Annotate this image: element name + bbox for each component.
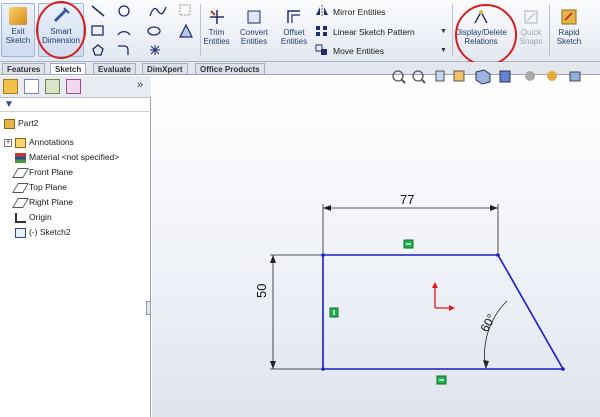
spline-tool-icon[interactable] <box>149 6 167 17</box>
sketch-icon <box>15 227 26 238</box>
horizontal-relation-icon[interactable] <box>403 239 414 249</box>
exit-sketch-icon <box>9 7 27 25</box>
linear-pattern-icon <box>316 26 327 36</box>
tree-item-label: Top Plane <box>29 182 67 192</box>
separator <box>452 4 453 56</box>
panel-splitter-handle[interactable] <box>146 301 151 315</box>
tree-root-part[interactable]: Part2 <box>4 117 38 129</box>
dimxpert-manager-icon[interactable] <box>66 79 81 94</box>
tree-item-origin[interactable]: Origin <box>15 211 52 223</box>
rectangle-tool-icon[interactable] <box>91 25 104 36</box>
grid-tool-icon[interactable] <box>179 4 191 16</box>
convert-entities-button[interactable]: Convert Entities <box>235 8 273 46</box>
tree-item-sketch2[interactable]: (-) Sketch2 <box>15 226 71 238</box>
trim-entities-label: Trim Entities <box>203 28 230 46</box>
tree-item-label: Annotations <box>29 137 74 147</box>
quick-snaps-button[interactable]: Quick Snaps <box>515 8 547 46</box>
text-tool-icon[interactable] <box>179 23 193 38</box>
command-manager: Exit Sketch Smart Dimension Trim Entitie… <box>0 0 600 66</box>
tab-dimxpert[interactable]: DimXpert <box>142 63 188 74</box>
sketch-profile[interactable] <box>321 253 565 371</box>
arc-tool-icon[interactable] <box>117 31 131 36</box>
rapid-sketch-label: Rapid Sketch <box>556 28 582 46</box>
linear-pattern-dropdown-icon[interactable]: ▼ <box>440 28 447 35</box>
rapid-sketch-icon <box>560 8 578 26</box>
tab-sketch[interactable]: Sketch <box>50 63 87 74</box>
feature-manager-panel: » ▼ Part2 + Annotations Material <not spe… <box>0 76 151 417</box>
vertical-relation-icon[interactable] <box>329 307 339 318</box>
graphics-area[interactable]: 77 50 60° <box>152 69 600 417</box>
horizontal-relation-icon[interactable] <box>436 375 447 385</box>
tree-item-annotations[interactable]: + Annotations <box>4 136 74 148</box>
sketch-tools-grid <box>91 4 193 56</box>
tree-filter[interactable]: ▼ <box>0 98 151 112</box>
mirror-icon <box>316 5 328 17</box>
ellipse-tool-icon[interactable] <box>147 26 161 36</box>
exit-sketch-label: Exit Sketch <box>5 27 31 45</box>
separator <box>549 4 550 56</box>
offset-icon <box>285 8 303 26</box>
rapid-sketch-button[interactable]: Rapid Sketch <box>552 8 586 46</box>
panel-tab-strip: » <box>0 76 151 98</box>
mirror-entities-label: Mirror Entities <box>333 7 386 17</box>
tree-item-front-plane[interactable]: Front Plane <box>12 166 73 178</box>
feature-manager-icon[interactable] <box>3 79 18 94</box>
plane-icon <box>12 182 29 193</box>
tab-features[interactable]: Features <box>2 63 46 74</box>
configuration-manager-icon[interactable] <box>45 79 60 94</box>
move-entities-label: Move Entities <box>333 46 385 56</box>
offset-entities-button[interactable]: Offset Entities <box>276 8 312 46</box>
sketch-canvas <box>270 204 565 385</box>
tree-item-right-plane[interactable]: Right Plane <box>12 196 73 208</box>
circle-tool-icon[interactable] <box>118 5 130 17</box>
tree-item-material[interactable]: Material <not specified> <box>15 151 119 163</box>
plane-icon <box>12 197 29 208</box>
linear-sketch-pattern-label: Linear Sketch Pattern <box>333 27 415 37</box>
tab-evaluate[interactable]: Evaluate <box>93 63 136 74</box>
expand-toggle-icon[interactable]: + <box>4 138 12 147</box>
quick-snaps-label: Quick Snaps <box>519 28 543 46</box>
dimension-height[interactable] <box>270 254 323 370</box>
convert-entities-label: Convert Entities <box>239 28 268 46</box>
tree-item-label: Front Plane <box>29 167 73 177</box>
part-icon <box>4 118 15 129</box>
dimension-height-value[interactable]: 50 <box>254 284 269 298</box>
polygon-tool-icon[interactable] <box>92 44 104 56</box>
fillet-tool-icon[interactable] <box>118 45 129 55</box>
exit-sketch-button[interactable]: Exit Sketch <box>1 3 35 57</box>
trim-entities-button[interactable]: Trim Entities <box>201 8 232 46</box>
move-dropdown-icon[interactable]: ▼ <box>440 47 447 54</box>
offset-entities-label: Offset Entities <box>280 28 308 46</box>
property-manager-icon[interactable] <box>24 79 39 94</box>
point-tool-icon[interactable] <box>150 45 160 55</box>
line-tool-icon[interactable] <box>91 5 105 17</box>
annotations-icon <box>15 137 26 148</box>
relations-highlight <box>455 4 517 66</box>
trim-icon <box>208 8 226 26</box>
tree-item-label: (-) Sketch2 <box>29 227 71 237</box>
convert-icon <box>245 8 263 26</box>
tree-item-top-plane[interactable]: Top Plane <box>12 181 67 193</box>
tree-item-label: Material <not specified> <box>29 152 120 162</box>
dimension-width-value[interactable]: 77 <box>400 192 414 207</box>
origin-icon <box>15 212 26 223</box>
tree-root-label: Part2 <box>18 118 39 128</box>
tree-item-label: Right Plane <box>29 197 73 207</box>
move-icon <box>315 44 327 55</box>
smart-dimension-highlight <box>36 1 86 59</box>
sketch-origin-icon <box>432 282 455 311</box>
plane-icon <box>12 167 29 178</box>
quick-snaps-icon <box>522 8 540 26</box>
filter-icon: ▼ <box>4 99 14 110</box>
expand-panel-icon[interactable]: » <box>137 79 143 91</box>
material-icon <box>15 152 26 163</box>
tab-office-products[interactable]: Office Products <box>195 63 265 74</box>
tree-item-label: Origin <box>29 212 52 222</box>
